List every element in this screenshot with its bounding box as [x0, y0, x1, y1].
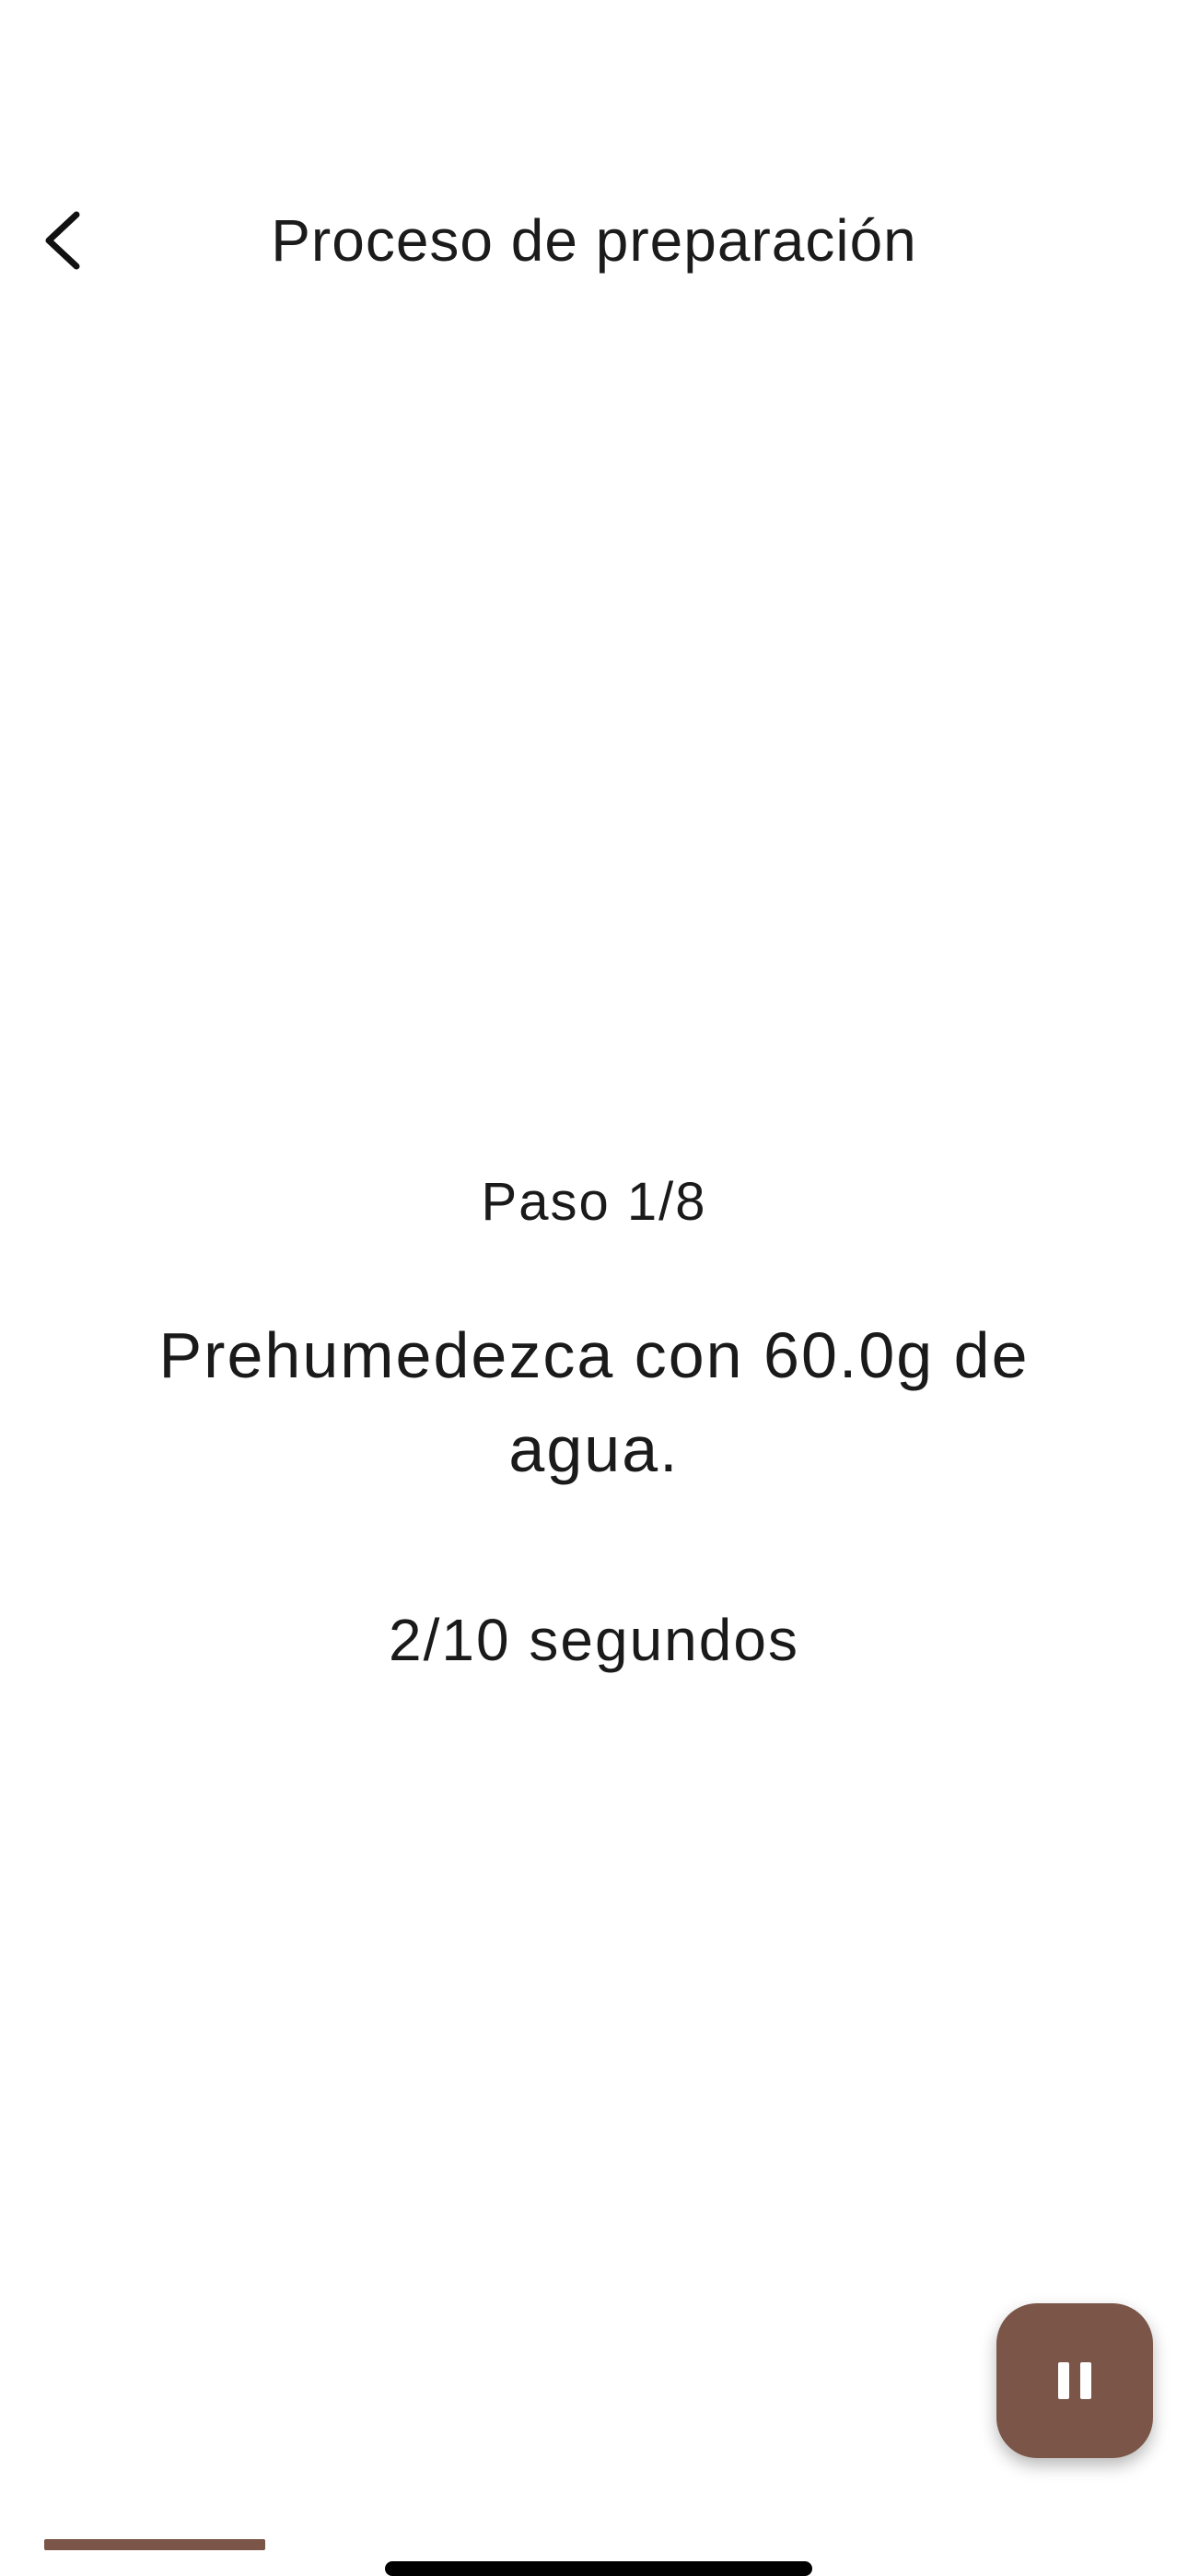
app-header: Proceso de preparación: [0, 181, 1188, 300]
pause-button[interactable]: [996, 2303, 1153, 2458]
page-title: Proceso de preparación: [271, 207, 917, 274]
pause-icon: [1058, 2362, 1091, 2399]
home-indicator[interactable]: [385, 2561, 812, 2576]
step-progress-bar: [44, 2539, 265, 2550]
step-timer: 2/10 segundos: [389, 1607, 799, 1673]
step-counter: Paso 1/8: [481, 1172, 707, 1232]
step-instruction: Prehumedezca con 60.0g de agua.: [158, 1319, 1030, 1485]
